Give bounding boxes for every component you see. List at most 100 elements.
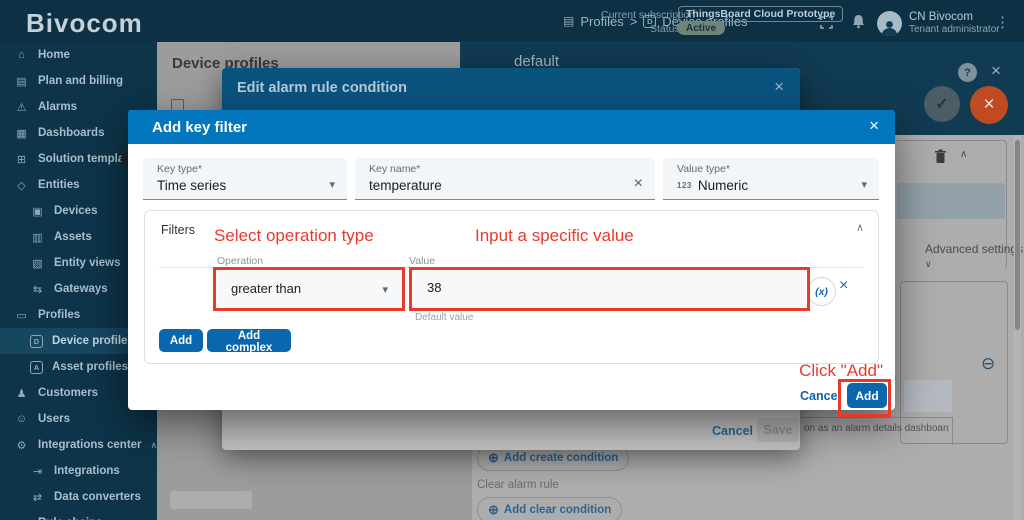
scrollbar-thumb[interactable] [1015,140,1020,330]
key-type-value: Time series [157,178,227,193]
user-name: CN Bivocom [909,11,973,23]
dashboards-icon: ▦ [16,127,27,140]
alarm-warning-icon: ⚠ [16,101,27,114]
asset-profile-badge-icon: A [30,360,43,374]
add-key-filter-modal: Add key filter × Key type* Time series ▾… [128,110,895,417]
cancel-changes-fab[interactable]: × [970,86,1008,124]
alarm-dashboard-hint: on as an alarm details dashboard [804,423,949,434]
edit-dialog-save-button[interactable]: Save [757,418,799,442]
severity-field-fragment[interactable] [897,183,1005,219]
integrations-center-icon: ⚙ [16,439,27,452]
edit-dialog-close-icon[interactable]: × [774,77,784,97]
sidebar-item-plan-and-billing[interactable]: ▤ Plan and billing [0,68,157,94]
add-complex-filter-button[interactable]: Add complex [207,329,291,354]
apply-changes-fab[interactable]: ✓ [924,86,960,122]
chevron-down-icon: ▾ [861,179,867,191]
fab-close-icon: × [983,94,995,115]
annotation-box-add [838,379,891,417]
value-type-label: Value type* [677,163,730,175]
divider [952,417,953,445]
devices-icon: ▣ [32,205,43,218]
kebab-menu-icon[interactable]: ⋮ [995,13,1010,31]
edit-dialog-cancel-button[interactable]: Cancel [712,424,753,438]
modal-header: Add key filter × [128,110,895,144]
operation-column-label: Operation [217,255,264,267]
advanced-chevron-icon: ∨ [925,259,932,269]
user-role: Tenant administrator [909,24,1000,35]
add-filter-button[interactable]: Add [159,329,203,352]
key-type-select[interactable]: Key type* Time series ▾ [143,158,347,200]
annotation-box-value [409,267,810,311]
plus-circle-icon: ⊕ [488,502,499,517]
chevron-down-icon: ▾ [329,179,335,191]
sidebar-item-data-converters[interactable]: ⇄ Data converters [0,484,157,510]
customers-icon: ♟ [16,387,27,400]
sidebar-item-home[interactable]: ⌂ Home [0,42,157,68]
numeric-123-icon: 123 [677,181,692,190]
screen: Device profiles default ? × ✓ × ∧ Advanc… [0,0,1024,520]
remove-condition-icon[interactable]: ⊖ [981,354,995,374]
delete-alarm-rule-icon[interactable] [934,149,947,169]
key-filter-fields: Key type* Time series ▾ Key name* temper… [143,158,879,200]
device-profile-badge-icon: D [30,334,43,348]
data-converters-icon: ⇄ [32,491,43,504]
help-icon[interactable]: ? [958,63,977,82]
table-row-fragment [170,491,252,509]
value-type-value: Numeric [697,178,749,193]
default-value-hint: Default value [415,312,474,323]
dashboard-select-fragment[interactable] [904,380,952,412]
profiles-breadcrumb-icon: ▤ [563,14,575,28]
value-column-label: Value [409,255,436,267]
annotation-box-operation [213,267,405,311]
entities-icon: ◇ [17,179,26,192]
chevron-up-icon: ∧ [150,439,158,450]
status-badge: Active [677,21,726,35]
avatar[interactable] [877,11,902,36]
edit-dialog-footer: Cancel Save [222,410,800,450]
advanced-settings-label: Advanced settings [925,242,1024,256]
entity-views-icon: ▧ [32,257,43,270]
sidebar-item-integrations[interactable]: ⇥ Integrations [0,458,157,484]
plus-circle-icon: ⊕ [488,450,499,465]
detail-close-icon[interactable]: × [991,61,1001,81]
dynamic-value-fx-button[interactable]: (x) [807,277,836,306]
profiles-icon: ▭ [16,309,27,322]
filters-card: Filters ∧ Select operation type Input a … [144,210,879,364]
collapse-rule-icon[interactable]: ∧ [960,149,967,160]
clear-icon[interactable]: × [634,175,643,193]
templates-grid-icon: ⊞ [16,153,27,166]
value-type-select[interactable]: Value type* 123 Numeric ▾ [663,158,879,200]
advanced-settings-toggle[interactable]: Advanced settings ∨ [925,242,1024,270]
add-clear-condition-label: Add clear condition [503,504,612,516]
key-name-label: Key name* [369,163,421,175]
filters-collapse-icon[interactable]: ∧ [856,221,864,234]
fullscreen-icon[interactable] [820,16,833,34]
app-logo[interactable]: Bivocom [26,8,143,39]
integrations-icon: ⇥ [32,465,43,478]
notifications-bell-icon[interactable] [852,14,865,34]
modal-close-icon[interactable]: × [869,116,879,136]
users-icon: ☺ [15,413,28,425]
sidebar-item-integrations-center[interactable]: ⚙ Integrations center ∧ [0,432,158,458]
add-clear-condition-button[interactable]: ⊕ Add clear condition [477,497,623,520]
annotation-click-add: Click "Add" [799,361,883,380]
edit-dialog-header: Edit alarm rule condition × [222,68,800,110]
key-name-value: temperature [369,178,442,193]
subscription-badge[interactable]: ThingsBoard Cloud Prototype [678,6,844,22]
annotation-input-value: Input a specific value [475,226,634,245]
annotation-select-operation: Select operation type [214,226,374,245]
modal-cancel-button[interactable]: Cancel [800,389,841,403]
status-label: Status [650,23,680,35]
gateways-icon: ⇆ [32,283,43,296]
billing-icon: ▤ [16,75,27,88]
sidebar-item-rule-chains[interactable]: ∴Rule chains [0,510,157,520]
home-icon: ⌂ [18,49,25,61]
modal-title: Add key filter [152,118,248,136]
key-type-label: Key type* [157,163,202,175]
clear-alarm-rule-label: Clear alarm rule [477,479,559,491]
delete-filter-icon[interactable]: × [839,277,848,295]
divider [800,417,952,418]
filters-title: Filters [161,223,196,237]
edit-dialog-title: Edit alarm rule condition [237,80,407,96]
key-name-field[interactable]: Key name* temperature × [355,158,655,200]
